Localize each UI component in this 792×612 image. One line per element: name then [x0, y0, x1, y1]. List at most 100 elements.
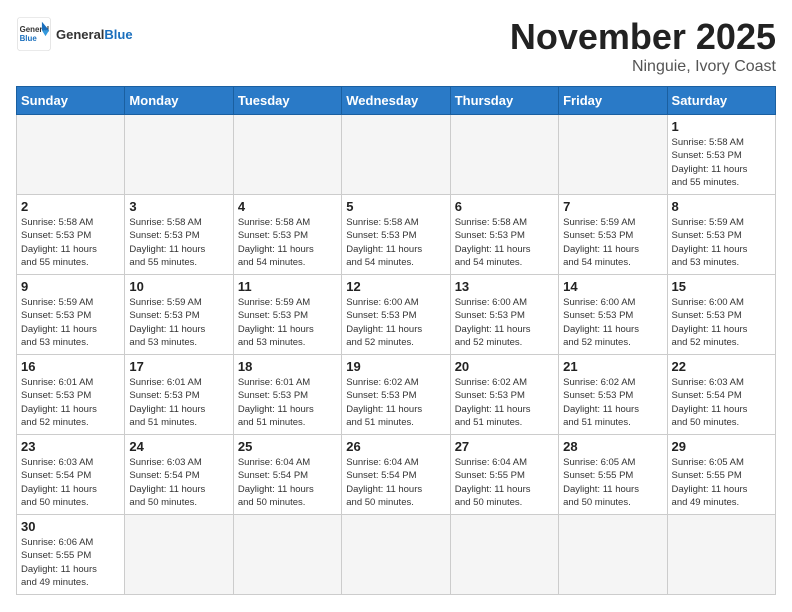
day-number: 5: [346, 199, 445, 214]
svg-text:Blue: Blue: [20, 34, 38, 43]
location-subtitle: Ninguie, Ivory Coast: [510, 58, 776, 76]
calendar-header-thursday: Thursday: [450, 87, 558, 115]
day-info: Sunrise: 6:00 AMSunset: 5:53 PMDaylight:…: [563, 296, 662, 349]
calendar-week-row: 2 Sunrise: 5:58 AMSunset: 5:53 PMDaylight…: [17, 195, 776, 275]
calendar-week-row: 1 Sunrise: 5:58 AMSunset: 5:53 PMDaylight…: [17, 115, 776, 195]
calendar-header-friday: Friday: [559, 87, 667, 115]
calendar-week-row: 9 Sunrise: 5:59 AMSunset: 5:53 PMDaylight…: [17, 275, 776, 355]
day-info: Sunrise: 6:01 AMSunset: 5:53 PMDaylight:…: [21, 376, 120, 429]
day-info: Sunrise: 6:05 AMSunset: 5:55 PMDaylight:…: [563, 456, 662, 509]
calendar-cell: 3 Sunrise: 5:58 AMSunset: 5:53 PMDaylight…: [125, 195, 233, 275]
calendar-cell: 9Sunrise: 5:59 AMSunset: 5:53 PMDaylight…: [17, 275, 125, 355]
day-number: 1: [672, 119, 771, 134]
day-info: Sunrise: 5:58 AMSunset: 5:53 PMDaylight:…: [672, 136, 771, 189]
day-info: Sunrise: 6:05 AMSunset: 5:55 PMDaylight:…: [672, 456, 771, 509]
logo-icon: General Blue: [16, 16, 52, 52]
calendar-cell: [342, 515, 450, 595]
day-number: 27: [455, 439, 554, 454]
day-number: 4: [238, 199, 337, 214]
day-info: Sunrise: 5:59 AMSunset: 5:53 PMDaylight:…: [672, 216, 771, 269]
calendar-cell: [233, 115, 341, 195]
calendar-cell: 30Sunrise: 6:06 AMSunset: 5:55 PMDayligh…: [17, 515, 125, 595]
day-info: Sunrise: 5:58 AMSunset: 5:53 PMDaylight:…: [129, 216, 228, 269]
day-info: Sunrise: 5:58 AMSunset: 5:53 PMDaylight:…: [21, 216, 120, 269]
calendar-cell: 15Sunrise: 6:00 AMSunset: 5:53 PMDayligh…: [667, 275, 775, 355]
day-number: 7: [563, 199, 662, 214]
calendar-header-wednesday: Wednesday: [342, 87, 450, 115]
day-info: Sunrise: 5:59 AMSunset: 5:53 PMDaylight:…: [129, 296, 228, 349]
day-number: 10: [129, 279, 228, 294]
day-number: 25: [238, 439, 337, 454]
calendar-cell: [17, 115, 125, 195]
calendar-cell: 21 Sunrise: 6:02 AMSunset: 5:53 PMDayligh…: [559, 355, 667, 435]
day-number: 18: [238, 359, 337, 374]
calendar-cell: 28 Sunrise: 6:05 AMSunset: 5:55 PMDayligh…: [559, 435, 667, 515]
day-number: 2: [21, 199, 120, 214]
calendar-cell: [559, 115, 667, 195]
month-title: November 2025: [510, 16, 776, 58]
calendar-cell: 12Sunrise: 6:00 AMSunset: 5:53 PMDayligh…: [342, 275, 450, 355]
calendar-cell: 16Sunrise: 6:01 AMSunset: 5:53 PMDayligh…: [17, 355, 125, 435]
calendar-cell: [559, 515, 667, 595]
day-info: Sunrise: 6:01 AMSunset: 5:53 PMDaylight:…: [238, 376, 337, 429]
day-info: Sunrise: 5:59 AMSunset: 5:53 PMDaylight:…: [563, 216, 662, 269]
day-number: 3: [129, 199, 228, 214]
calendar-header-monday: Monday: [125, 87, 233, 115]
day-info: Sunrise: 5:59 AMSunset: 5:53 PMDaylight:…: [238, 296, 337, 349]
day-number: 28: [563, 439, 662, 454]
day-info: Sunrise: 6:03 AMSunset: 5:54 PMDaylight:…: [672, 376, 771, 429]
calendar-cell: [342, 115, 450, 195]
calendar-cell: [233, 515, 341, 595]
calendar-cell: 26Sunrise: 6:04 AMSunset: 5:54 PMDayligh…: [342, 435, 450, 515]
calendar-cell: 5Sunrise: 5:58 AMSunset: 5:53 PMDaylight…: [342, 195, 450, 275]
calendar-cell: 27 Sunrise: 6:04 AMSunset: 5:55 PMDayligh…: [450, 435, 558, 515]
logo-text: GeneralBlue: [56, 27, 133, 42]
day-number: 20: [455, 359, 554, 374]
calendar-header-row: SundayMondayTuesdayWednesdayThursdayFrid…: [17, 87, 776, 115]
day-info: Sunrise: 6:04 AMSunset: 5:54 PMDaylight:…: [238, 456, 337, 509]
day-number: 30: [21, 519, 120, 534]
day-number: 9: [21, 279, 120, 294]
calendar-cell: [125, 515, 233, 595]
day-number: 26: [346, 439, 445, 454]
calendar-cell: 4Sunrise: 5:58 AMSunset: 5:53 PMDaylight…: [233, 195, 341, 275]
day-number: 21: [563, 359, 662, 374]
calendar-cell: 7 Sunrise: 5:59 AMSunset: 5:53 PMDaylight…: [559, 195, 667, 275]
day-info: Sunrise: 6:02 AMSunset: 5:53 PMDaylight:…: [563, 376, 662, 429]
calendar-week-row: 30Sunrise: 6:06 AMSunset: 5:55 PMDayligh…: [17, 515, 776, 595]
calendar-cell: 1 Sunrise: 5:58 AMSunset: 5:53 PMDaylight…: [667, 115, 775, 195]
day-info: Sunrise: 6:03 AMSunset: 5:54 PMDaylight:…: [21, 456, 120, 509]
calendar-cell: 8 Sunrise: 5:59 AMSunset: 5:53 PMDaylight…: [667, 195, 775, 275]
calendar-cell: 14 Sunrise: 6:00 AMSunset: 5:53 PMDayligh…: [559, 275, 667, 355]
calendar-cell: [450, 115, 558, 195]
logo: General Blue GeneralBlue: [16, 16, 133, 52]
calendar-cell: 2 Sunrise: 5:58 AMSunset: 5:53 PMDaylight…: [17, 195, 125, 275]
calendar-cell: 22Sunrise: 6:03 AMSunset: 5:54 PMDayligh…: [667, 355, 775, 435]
calendar-week-row: 23 Sunrise: 6:03 AMSunset: 5:54 PMDayligh…: [17, 435, 776, 515]
calendar-cell: 13Sunrise: 6:00 AMSunset: 5:53 PMDayligh…: [450, 275, 558, 355]
calendar-cell: 20Sunrise: 6:02 AMSunset: 5:53 PMDayligh…: [450, 355, 558, 435]
day-number: 11: [238, 279, 337, 294]
calendar: SundayMondayTuesdayWednesdayThursdayFrid…: [16, 86, 776, 595]
header: General Blue GeneralBlue November 2025 N…: [16, 16, 776, 76]
day-number: 8: [672, 199, 771, 214]
calendar-cell: 29Sunrise: 6:05 AMSunset: 5:55 PMDayligh…: [667, 435, 775, 515]
calendar-cell: 6 Sunrise: 5:58 AMSunset: 5:53 PMDaylight…: [450, 195, 558, 275]
day-info: Sunrise: 6:02 AMSunset: 5:53 PMDaylight:…: [346, 376, 445, 429]
calendar-header-sunday: Sunday: [17, 87, 125, 115]
day-info: Sunrise: 6:03 AMSunset: 5:54 PMDaylight:…: [129, 456, 228, 509]
calendar-cell: 25 Sunrise: 6:04 AMSunset: 5:54 PMDayligh…: [233, 435, 341, 515]
day-number: 24: [129, 439, 228, 454]
day-info: Sunrise: 6:00 AMSunset: 5:53 PMDaylight:…: [346, 296, 445, 349]
day-info: Sunrise: 6:04 AMSunset: 5:55 PMDaylight:…: [455, 456, 554, 509]
day-info: Sunrise: 6:00 AMSunset: 5:53 PMDaylight:…: [672, 296, 771, 349]
day-number: 23: [21, 439, 120, 454]
calendar-header-saturday: Saturday: [667, 87, 775, 115]
day-number: 13: [455, 279, 554, 294]
title-area: November 2025 Ninguie, Ivory Coast: [510, 16, 776, 76]
day-info: Sunrise: 5:58 AMSunset: 5:53 PMDaylight:…: [455, 216, 554, 269]
day-info: Sunrise: 6:01 AMSunset: 5:53 PMDaylight:…: [129, 376, 228, 429]
day-number: 6: [455, 199, 554, 214]
day-number: 14: [563, 279, 662, 294]
calendar-cell: [667, 515, 775, 595]
